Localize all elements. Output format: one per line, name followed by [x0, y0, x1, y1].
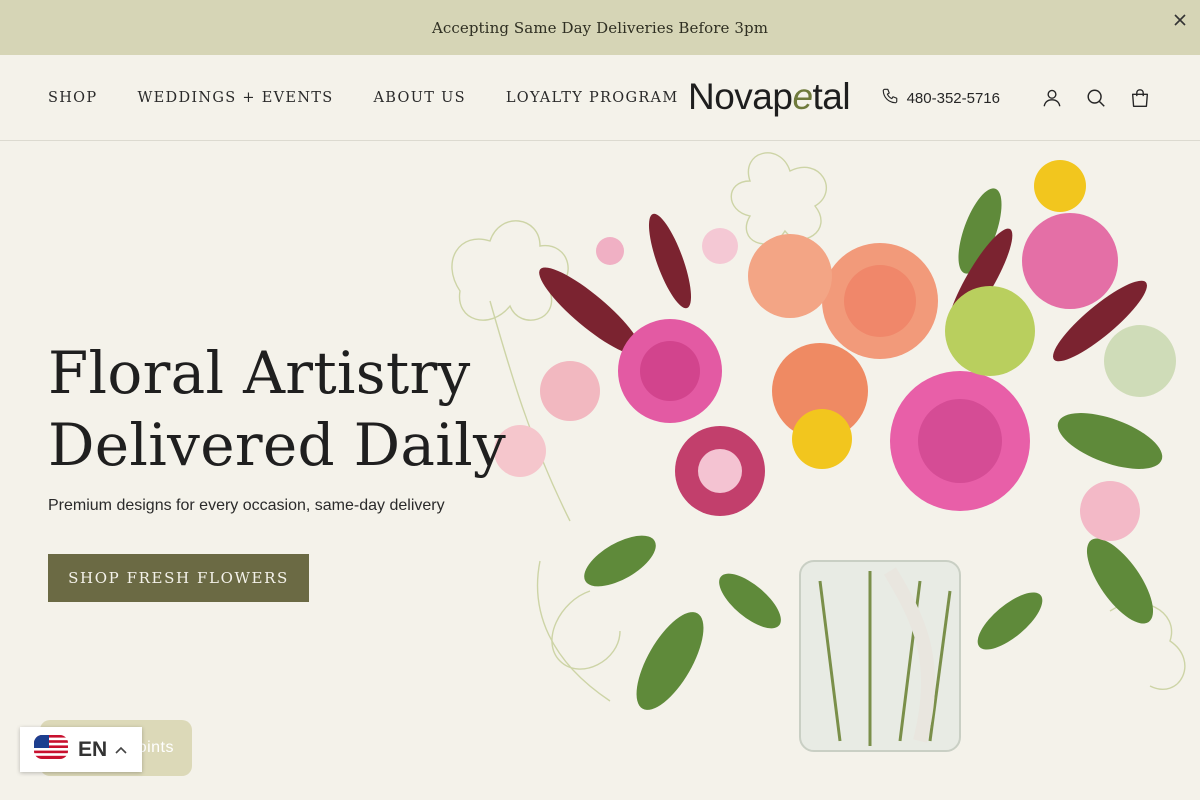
- nav-about-us[interactable]: ABOUT US: [374, 90, 466, 106]
- flower-bouquet-image: [451, 152, 1186, 752]
- main-nav: SHOP WEDDINGS + EVENTS ABOUT US LOYALTY …: [48, 55, 718, 141]
- nav-shop[interactable]: SHOP: [48, 90, 97, 106]
- us-flag-icon: [34, 735, 68, 764]
- announcement-bar: Accepting Same Day Deliveries Before 3pm: [0, 0, 1200, 55]
- phone-icon: [881, 87, 899, 110]
- language-switcher[interactable]: EN: [20, 727, 142, 772]
- site-logo[interactable]: Novapetal: [688, 76, 851, 117]
- header-utilities: 480-352-5716: [881, 55, 1152, 141]
- chevron-up-icon: [115, 741, 127, 759]
- account-icon[interactable]: [1040, 86, 1064, 110]
- hero-title-line-2: Delivered Daily: [48, 411, 507, 479]
- phone-link[interactable]: 480-352-5716: [881, 87, 1000, 110]
- rewards-label: oints: [137, 739, 174, 756]
- search-icon[interactable]: [1084, 86, 1108, 110]
- bag-icon[interactable]: [1128, 86, 1152, 110]
- nav-weddings-events[interactable]: WEDDINGS + EVENTS: [137, 90, 333, 106]
- logo-text-end: tal: [812, 76, 851, 117]
- hero-title-line-1: Floral Artistry: [48, 339, 471, 407]
- logo-text-accent: e: [792, 76, 813, 117]
- hero-subtitle: Premium designs for every occasion, same…: [48, 497, 445, 514]
- hero-title: Floral Artistry Delivered Daily: [48, 337, 506, 481]
- language-code: EN: [78, 737, 108, 761]
- shop-fresh-flowers-button[interactable]: SHOP FRESH FLOWERS: [48, 554, 309, 602]
- logo-text-main: Novap: [688, 76, 793, 117]
- announcement-text: Accepting Same Day Deliveries Before 3pm: [431, 18, 769, 37]
- site-header: SHOP WEDDINGS + EVENTS ABOUT US LOYALTY …: [0, 55, 1200, 141]
- hero-section: Floral Artistry Delivered Daily Premium …: [0, 141, 1200, 800]
- nav-loyalty-program[interactable]: LOYALTY PROGRAM: [506, 90, 679, 106]
- close-icon[interactable]: [1172, 12, 1188, 28]
- phone-number: 480-352-5716: [906, 89, 1000, 107]
